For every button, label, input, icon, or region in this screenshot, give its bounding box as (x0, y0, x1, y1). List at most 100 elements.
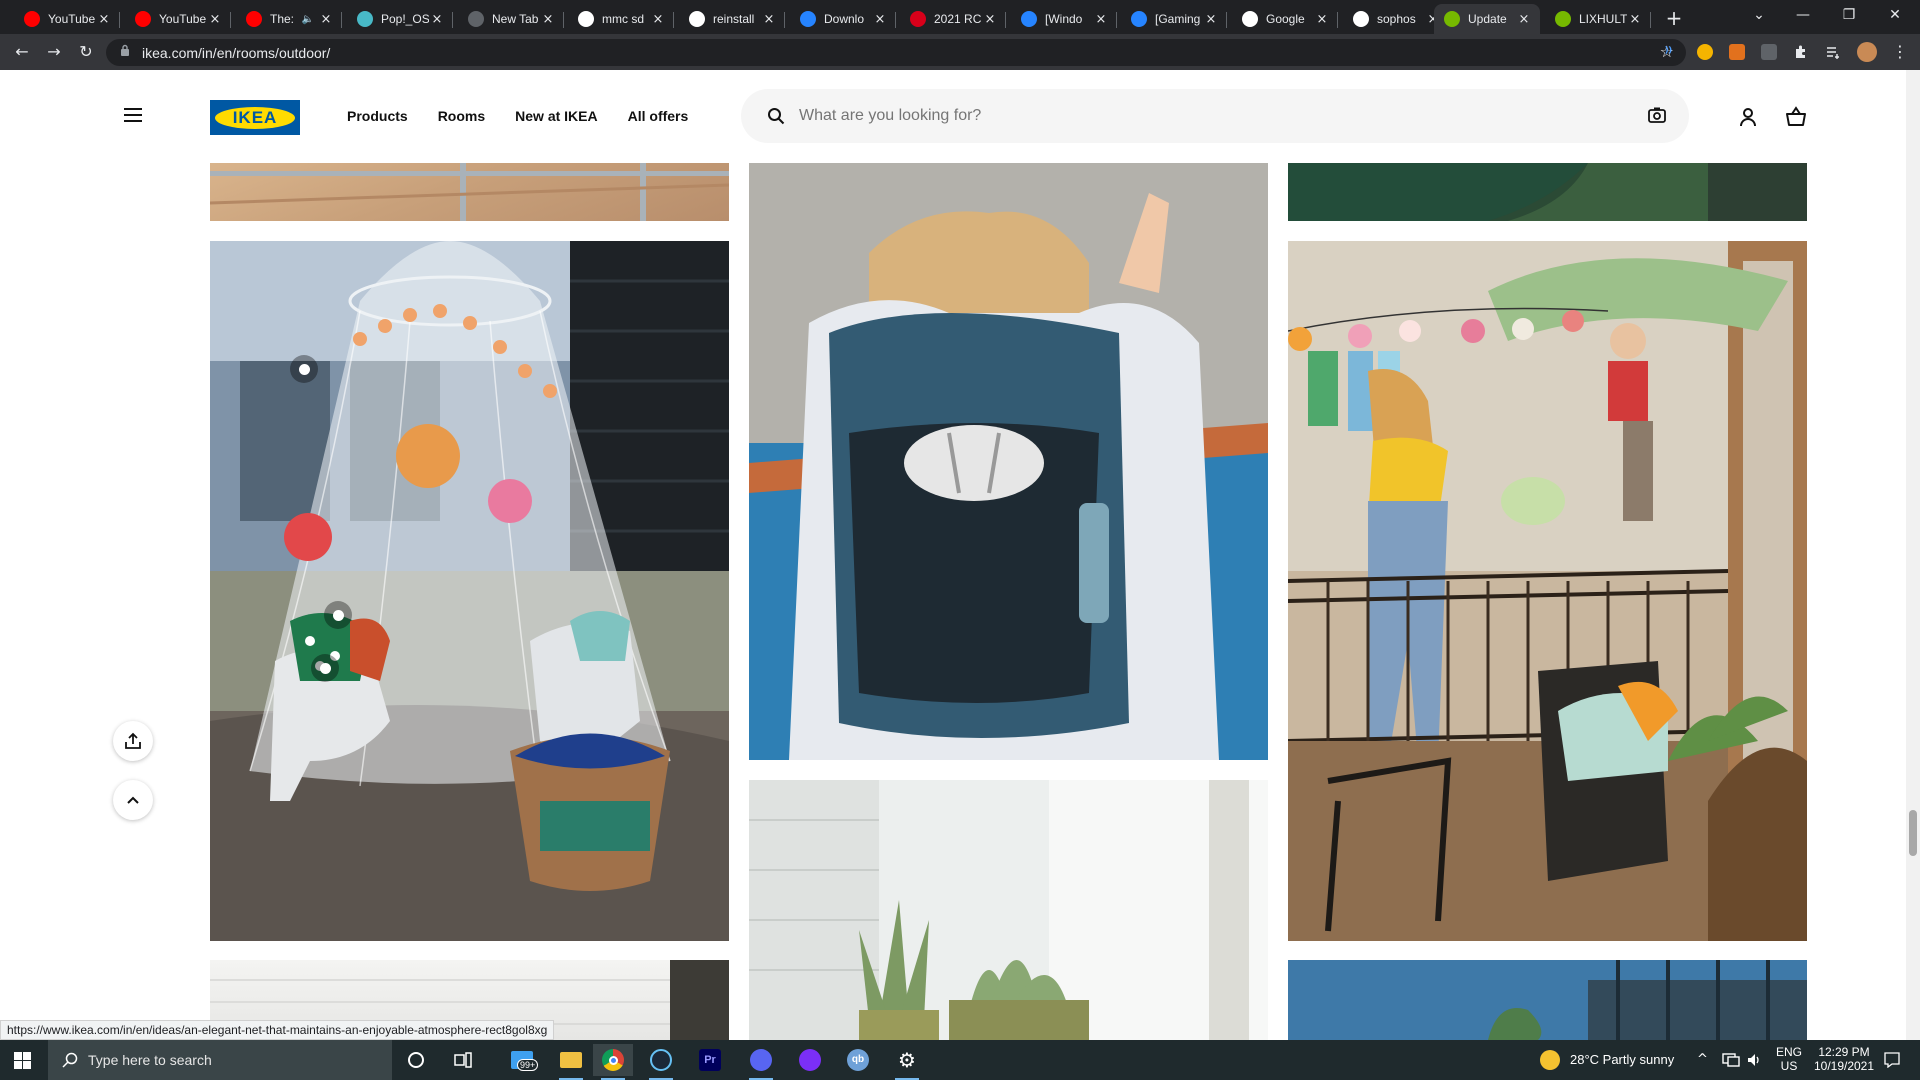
browser-tab[interactable]: Pop!_OS × (347, 4, 453, 34)
extension-translate-icon[interactable]: ⁾⁾ (1665, 44, 1681, 60)
weather-text[interactable]: 28°C Partly sunny (1570, 1052, 1674, 1067)
scrollbar-thumb[interactable] (1909, 810, 1917, 856)
clock[interactable]: 12:29 PM 10/19/2021 (1808, 1045, 1880, 1073)
extension-honey-icon[interactable] (1697, 44, 1713, 60)
taskbar-search-box[interactable]: Type here to search (48, 1040, 392, 1080)
discord-icon[interactable] (741, 1044, 781, 1080)
tab-close-icon[interactable]: × (96, 12, 112, 27)
browser-tab[interactable]: Downlo × (790, 4, 896, 34)
forward-button[interactable]: → (40, 38, 68, 66)
tab-separator (1226, 12, 1227, 28)
nav-rooms[interactable]: Rooms (438, 108, 485, 124)
browser-tab[interactable]: Update × (1434, 4, 1540, 34)
file-explorer-icon[interactable] (551, 1044, 591, 1080)
main-nav: Products Rooms New at IKEA All offers (347, 108, 688, 124)
tab-label: 2021 RC (934, 12, 982, 26)
close-window-button[interactable]: ✕ (1872, 0, 1918, 30)
browser-tab[interactable]: The: 🔈 × (236, 4, 342, 34)
language-indicator[interactable]: ENG US (1774, 1045, 1804, 1073)
photo-tile-backpack[interactable] (749, 163, 1268, 760)
mail-app-icon[interactable]: 99+ (502, 1044, 542, 1076)
share-button[interactable] (113, 721, 153, 761)
steam-icon[interactable] (641, 1044, 681, 1080)
browser-tab[interactable]: YouTube × (14, 4, 120, 34)
settings-gear-icon[interactable]: ⚙ (887, 1044, 927, 1080)
browser-tab[interactable]: [Gaming × (1121, 4, 1227, 34)
cortana-icon[interactable] (396, 1044, 436, 1076)
tab-close-icon[interactable]: × (761, 12, 777, 27)
tab-search-icon[interactable]: ⌄ (1736, 0, 1782, 30)
tab-label: reinstall (713, 12, 755, 26)
profile-avatar[interactable] (1857, 42, 1877, 62)
tab-separator (119, 12, 120, 28)
nav-products[interactable]: Products (347, 108, 408, 124)
chrome-menu-icon[interactable]: ⋮ (1886, 38, 1914, 66)
hotspot-dot[interactable] (290, 355, 318, 383)
photo-tile-net-canopy[interactable] (210, 241, 729, 941)
camera-search-icon[interactable] (1647, 105, 1667, 125)
tab-close-icon[interactable]: × (982, 12, 998, 27)
photo-tile-leaves[interactable] (1288, 163, 1807, 221)
minimize-button[interactable]: — (1780, 0, 1826, 30)
task-view-icon[interactable] (443, 1044, 483, 1076)
windows-start-icon[interactable] (14, 1052, 31, 1069)
ikea-logo[interactable]: IKEA (210, 100, 300, 135)
browser-tab[interactable]: New Tab × (458, 4, 564, 34)
scroll-to-top-button[interactable] (113, 780, 153, 820)
tab-audio-icon[interactable]: 🔈 (302, 14, 314, 25)
podcast-app-icon[interactable] (790, 1044, 830, 1076)
tab-close-icon[interactable]: × (1093, 12, 1109, 27)
shopping-bag-icon[interactable] (1785, 106, 1807, 128)
tab-close-icon[interactable]: × (1314, 12, 1330, 27)
browser-tab[interactable]: reinstall × (679, 4, 785, 34)
hamburger-menu-icon[interactable] (124, 108, 142, 122)
address-bar[interactable]: ikea.com/in/en/rooms/outdoor/ ☆ (106, 39, 1686, 66)
weather-sun-icon[interactable] (1540, 1050, 1560, 1070)
browser-tab[interactable]: Google × (1232, 4, 1338, 34)
notification-center-icon[interactable] (1884, 1052, 1900, 1068)
nav-new-at-ikea[interactable]: New at IKEA (515, 108, 597, 124)
nav-all-offers[interactable]: All offers (628, 108, 689, 124)
search-icon[interactable] (767, 107, 785, 125)
youtube-icon (135, 11, 151, 27)
tab-close-icon[interactable]: × (318, 12, 334, 27)
photo-tile-deck[interactable] (210, 163, 729, 221)
photo-tile-blue-wall[interactable] (1288, 960, 1807, 1040)
hotspot-dot[interactable] (311, 654, 339, 682)
popos-icon (357, 11, 373, 27)
tab-close-icon[interactable]: × (872, 12, 888, 27)
network-icon[interactable] (1722, 1053, 1740, 1067)
page-scrollbar[interactable] (1906, 70, 1920, 1040)
extension-dark-icon[interactable] (1761, 44, 1777, 60)
volume-icon[interactable] (1746, 1052, 1762, 1068)
tab-close-icon[interactable]: × (1516, 12, 1532, 27)
tab-close-icon[interactable]: × (207, 12, 223, 27)
chrome-taskbar-icon[interactable] (593, 1044, 633, 1080)
tab-label: Pop!_OS (381, 12, 429, 26)
photo-tile-balcony[interactable] (1288, 241, 1807, 941)
tab-close-icon[interactable]: × (1627, 12, 1643, 27)
back-button[interactable]: ← (8, 38, 36, 66)
browser-tab[interactable]: mmc sd × (568, 4, 674, 34)
tab-close-icon[interactable]: × (1203, 12, 1219, 27)
tab-close-icon[interactable]: × (650, 12, 666, 27)
reading-list-icon[interactable] (1825, 44, 1841, 60)
qbittorrent-icon[interactable]: qb (838, 1044, 878, 1076)
tray-chevron-up-icon[interactable]: ^ (1697, 1052, 1708, 1067)
browser-tab[interactable]: 2021 RC × (900, 4, 1006, 34)
extension-metamask-icon[interactable] (1729, 44, 1745, 60)
browser-tab[interactable]: [Windo × (1011, 4, 1117, 34)
browser-tab[interactable]: YouTube × (125, 4, 231, 34)
tab-close-icon[interactable]: × (540, 12, 556, 27)
user-account-icon[interactable] (1737, 106, 1759, 128)
extensions-puzzle-icon[interactable] (1793, 44, 1809, 60)
hotspot-dot[interactable] (324, 601, 352, 629)
browser-tab[interactable]: LIXHULT × (1545, 4, 1651, 34)
new-tab-button[interactable]: + (1661, 5, 1687, 31)
reload-button[interactable]: ↻ (72, 38, 100, 66)
tab-close-icon[interactable]: × (429, 12, 445, 27)
premiere-pro-icon[interactable]: Pr (690, 1044, 730, 1076)
photo-tile-plants[interactable] (749, 780, 1268, 1040)
search-input[interactable] (799, 103, 1599, 129)
restore-button[interactable]: ❐ (1826, 0, 1872, 30)
